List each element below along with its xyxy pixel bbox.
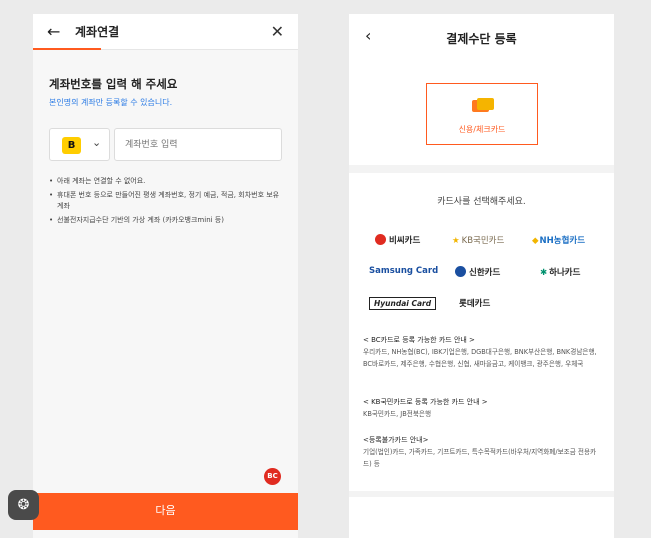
credit-card-icon [472, 98, 494, 114]
section-body: KB국민카드, JB전북은행 [363, 410, 432, 418]
bottom-section [349, 497, 614, 538]
brain-icon[interactable]: ❂ [8, 490, 39, 520]
issuer-hana[interactable]: ✱ 하나카드 [540, 266, 580, 278]
close-icon[interactable]: ✕ [271, 22, 284, 42]
payment-header-section: ‹ 결제수단 등록 신용/체크카드 [349, 14, 614, 165]
issuer-kb[interactable]: ★ KB국민카드 [452, 234, 504, 246]
bank-select[interactable]: B ⌄ [49, 128, 110, 161]
issuer-label: NH농협카드 [539, 236, 586, 246]
next-button[interactable]: 다음 [33, 493, 298, 530]
header: ← 계좌연결 ✕ [33, 14, 298, 50]
section-heading: < KB국민카드로 등록 가능한 카드 안내 > [363, 398, 488, 406]
issuer-label: 비씨카드 [389, 236, 421, 246]
issuer-samsung[interactable]: Samsung Card [369, 266, 438, 276]
payment-method-screen: ‹ 결제수단 등록 신용/체크카드 카드사를 선택해주세요. 비씨카드 ★ KB국… [349, 14, 614, 538]
title-underline [33, 48, 101, 50]
kb-info-section: < KB국민카드로 등록 가능한 카드 안내 > KB국민카드, JB전북은행 [363, 397, 603, 420]
account-number-input[interactable] [114, 128, 282, 161]
bc-badge-icon: BC [264, 468, 281, 485]
back-arrow-icon[interactable]: ← [47, 22, 60, 42]
page-title: 계좌연결 [75, 25, 120, 39]
issuer-prompt: 카드사를 선택해주세요. [437, 197, 526, 207]
bc-info-section: < BC카드로 등록 가능한 카드 안내 > 우리카드, NH농협(BC), I… [363, 335, 603, 370]
issuer-label: Hyundai Card [369, 297, 437, 310]
shinhan-logo-icon [455, 266, 466, 277]
hana-logo-icon: ✱ [540, 268, 548, 278]
section-heading: < BC카드로 등록 가능한 카드 안내 > [363, 336, 475, 344]
bank-logo-icon: B [62, 137, 81, 154]
notes-list: 아래 계좌는 연결할 수 없어요. 휴대폰 번호 등으로 만들어진 평생 계좌번… [49, 176, 285, 229]
issuer-label: 신한카드 [469, 268, 501, 278]
issuer-hyundai[interactable]: Hyundai Card [369, 297, 437, 310]
issuer-label: 하나카드 [549, 268, 581, 278]
section-body: 우리카드, NH농협(BC), IBK기업은행, DGB대구은행, BNK부산은… [363, 348, 597, 368]
note-item: 휴대폰 번호 등으로 만들어진 평생 계좌번호, 정기 예금, 적금, 회차번호… [49, 190, 285, 212]
issuer-lotte[interactable]: 롯데카드 [459, 297, 490, 309]
unsupported-info-section: <등록불가카드 안내> 기업(법인)카드, 가족카드, 기프트카드, 특수목적카… [363, 435, 603, 470]
account-link-screen: ← 계좌연결 ✕ 계좌번호를 입력 해 주세요 본인명의 계좌만 등록할 수 있… [33, 14, 298, 538]
issuer-nh[interactable]: ◆NH농협카드 [532, 234, 585, 246]
account-subheading: 본인명의 계좌만 등록할 수 있습니다. [49, 98, 173, 107]
kb-star-icon: ★ [452, 236, 460, 246]
page-title: 결제수단 등록 [446, 32, 517, 46]
bc-logo-icon [375, 234, 386, 245]
issuer-label: Samsung Card [369, 266, 439, 276]
chevron-down-icon: ⌄ [92, 136, 102, 149]
issuer-bc[interactable]: 비씨카드 [375, 234, 420, 246]
issuer-label: KB국민카드 [461, 236, 505, 246]
credit-card-option-button[interactable]: 신용/체크카드 [426, 83, 538, 145]
account-heading: 계좌번호를 입력 해 주세요 [49, 77, 178, 91]
note-item: 아래 계좌는 연결할 수 없어요. [49, 176, 285, 187]
card-option-label: 신용/체크카드 [458, 125, 506, 134]
note-item: 선불전자지급수단 기반의 가상 계좌 (카카오뱅크mini 등) [49, 215, 285, 226]
issuer-section: 카드사를 선택해주세요. 비씨카드 ★ KB국민카드 ◆NH농협카드 Samsun… [349, 173, 614, 491]
issuer-shinhan[interactable]: 신한카드 [455, 266, 500, 278]
issuer-label: 롯데카드 [459, 299, 491, 309]
section-heading: <등록불가카드 안내> [363, 436, 429, 444]
section-body: 기업(법인)카드, 가족카드, 기프트카드, 특수목적카드(바우처/지역화폐/보… [363, 448, 597, 468]
nh-logo-icon: ◆ [532, 236, 539, 246]
